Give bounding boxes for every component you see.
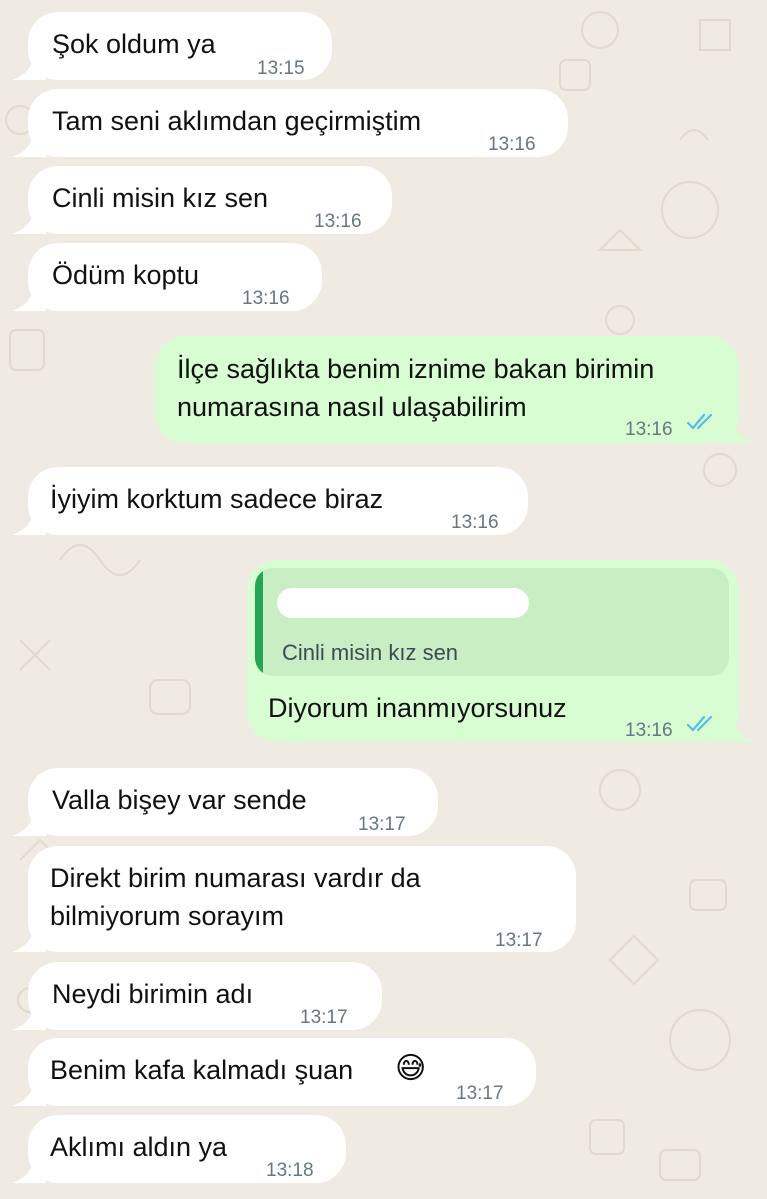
quote-accent-bar: [255, 568, 263, 676]
grinning-face-with-sweat-emoji: 😅: [395, 1052, 427, 1085]
bubble-tail: [12, 918, 46, 952]
message-text: Neydi birimin adı: [52, 979, 254, 1009]
bubble-tail: [12, 802, 46, 836]
incoming-message[interactable]: Şok oldum ya 13:15: [12, 12, 332, 80]
incoming-message[interactable]: Ödüm koptu 13:16: [12, 243, 322, 311]
message-time: 13:16: [625, 419, 673, 440]
bubble-tail: [12, 123, 46, 157]
incoming-message[interactable]: Valla bişey var sende 13:17: [12, 768, 438, 836]
message-time: 13:17: [358, 814, 406, 835]
message-time: 13:17: [495, 930, 543, 951]
bubble-tail: [12, 46, 46, 80]
message-text-line-1: İlçe sağlıkta benim iznime bakan birimin: [177, 354, 655, 384]
double-check-icon: [686, 413, 713, 430]
incoming-message[interactable]: Benim kafa kalmadı şuan 😅 13:17: [12, 1038, 536, 1106]
outgoing-message[interactable]: İlçe sağlıkta benim iznime bakan birimin…: [155, 336, 755, 443]
outgoing-reply-message[interactable]: Cinli misin kız sen Diyorum inanmıyorsun…: [247, 560, 755, 742]
bubble-tail: [12, 200, 46, 234]
message-text-line-2: bilmiyorum sorayım: [50, 901, 285, 931]
message-list[interactable]: Şok oldum ya 13:15 Tam seni aklımdan geç…: [0, 0, 767, 1199]
incoming-message[interactable]: Tam seni aklımdan geçirmiştim 13:16: [12, 89, 568, 157]
bubble-tail: [721, 409, 755, 443]
message-text: İyiyim korktum sadece biraz: [50, 484, 384, 514]
message-text: Benim kafa kalmadı şuan: [50, 1055, 354, 1085]
bubble-tail: [12, 277, 46, 311]
incoming-message[interactable]: İyiyim korktum sadece biraz 13:16: [12, 467, 528, 535]
quoted-text: Cinli misin kız sen: [282, 640, 459, 665]
message-text-line-1: Direkt birim numarası vardır da: [50, 863, 421, 893]
message-time: 13:18: [266, 1160, 314, 1181]
message-time: 13:17: [456, 1083, 504, 1104]
bubble-tail: [721, 708, 755, 742]
message-text: Valla bişey var sende: [52, 785, 307, 815]
redacted-quote-author: [277, 588, 529, 618]
incoming-message[interactable]: Neydi birimin adı 13:17: [12, 962, 382, 1030]
message-text: Tam seni aklımdan geçirmiştim: [52, 106, 422, 136]
bubble-tail: [12, 501, 46, 535]
double-check-icon: [686, 715, 713, 732]
message-time: 13:16: [242, 288, 290, 309]
message-text-line-2: numarasına nasıl ulaşabilirim: [177, 392, 527, 422]
message-time: 13:16: [451, 512, 499, 533]
message-text: Ödüm koptu: [52, 260, 200, 290]
incoming-message[interactable]: Cinli misin kız sen 13:16: [12, 166, 392, 234]
message-text: Cinli misin kız sen: [52, 183, 269, 213]
message-time: 13:16: [488, 134, 536, 155]
incoming-message[interactable]: Aklımı aldın ya 13:18: [12, 1115, 346, 1183]
message-time: 13:16: [314, 211, 362, 232]
message-text: Şok oldum ya: [52, 29, 216, 59]
quoted-message[interactable]: Cinli misin kız sen: [255, 568, 729, 676]
bubble-tail: [12, 996, 46, 1030]
message-text: Aklımı aldın ya: [50, 1132, 228, 1162]
message-time: 13:17: [300, 1007, 348, 1028]
bubble-tail: [12, 1149, 46, 1183]
message-text: Diyorum inanmıyorsunuz: [268, 693, 567, 723]
bubble-tail: [12, 1072, 46, 1106]
incoming-message[interactable]: Direkt birim numarası vardır da bilmiyor…: [12, 846, 576, 952]
message-time: 13:16: [625, 720, 673, 741]
message-time: 13:15: [257, 58, 305, 79]
